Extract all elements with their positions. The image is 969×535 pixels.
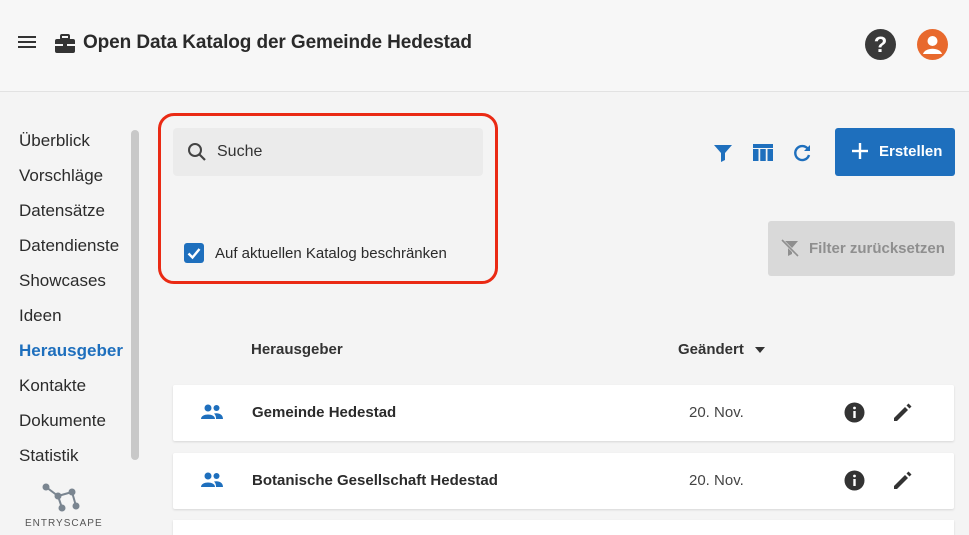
changed-date: 20. Nov. <box>689 404 744 421</box>
table-row[interactable]: Gemeinde Hedestad 20. Nov. <box>173 385 954 441</box>
column-header-geaendert[interactable]: Geändert <box>678 341 744 358</box>
sidebar-item-kontakte[interactable]: Kontakte <box>19 376 86 396</box>
edit-pencil-icon[interactable] <box>892 470 913 491</box>
plus-icon <box>852 143 868 159</box>
changed-date: 20. Nov. <box>689 472 744 489</box>
sort-caret-down-icon[interactable] <box>755 347 765 353</box>
sidebar-item-ueberblick[interactable]: Überblick <box>19 131 90 151</box>
restrict-catalog-label: Auf aktuellen Katalog beschränken <box>215 245 447 262</box>
app-title: Open Data Katalog der Gemeinde Hedestad <box>83 32 472 53</box>
sidebar-item-datensaetze[interactable]: Datensätze <box>19 201 105 221</box>
entryscape-logo-icon <box>42 483 80 512</box>
sidebar-item-dokumente[interactable]: Dokumente <box>19 411 106 431</box>
refresh-icon[interactable] <box>791 142 813 164</box>
user-avatar-icon[interactable] <box>917 29 948 60</box>
table-view-icon[interactable] <box>752 142 774 164</box>
sidebar-item-ideen[interactable]: Ideen <box>19 306 62 326</box>
checkmark-icon <box>187 248 201 260</box>
group-icon <box>201 404 223 419</box>
search-input[interactable] <box>217 128 473 176</box>
search-icon <box>188 143 206 161</box>
group-icon <box>201 472 223 487</box>
search-box <box>173 128 483 176</box>
sidebar-item-vorschlaege[interactable]: Vorschläge <box>19 166 103 186</box>
table-row[interactable] <box>173 520 954 535</box>
info-icon[interactable] <box>844 402 865 423</box>
sidebar-item-herausgeber[interactable]: Herausgeber <box>19 341 123 361</box>
create-button-label: Erstellen <box>879 143 943 160</box>
info-icon[interactable] <box>844 470 865 491</box>
restrict-catalog-checkbox[interactable] <box>184 243 204 263</box>
edit-pencil-icon[interactable] <box>892 402 913 423</box>
menu-icon[interactable] <box>17 33 39 55</box>
reset-filter-label: Filter zurücksetzen <box>809 240 945 257</box>
app-header: Open Data Katalog der Gemeinde Hedestad … <box>0 0 969 92</box>
table-row[interactable]: Botanische Gesellschaft Hedestad 20. Nov… <box>173 453 954 509</box>
filter-off-icon <box>780 238 800 258</box>
reset-filter-button[interactable]: Filter zurücksetzen <box>768 221 955 276</box>
create-button[interactable]: Erstellen <box>835 128 955 176</box>
help-icon[interactable]: ? <box>865 29 896 60</box>
filter-icon[interactable] <box>712 142 734 164</box>
briefcase-icon <box>55 34 75 53</box>
entryscape-brand-label: ENTRYSCAPE <box>25 518 103 529</box>
column-header-herausgeber[interactable]: Herausgeber <box>251 341 343 358</box>
publisher-name: Botanische Gesellschaft Hedestad <box>252 472 498 489</box>
publisher-name: Gemeinde Hedestad <box>252 404 397 421</box>
sidebar-scrollbar[interactable] <box>131 130 139 460</box>
sidebar-item-showcases[interactable]: Showcases <box>19 271 106 291</box>
sidebar-item-statistik[interactable]: Statistik <box>19 446 79 466</box>
sidebar-item-datendienste[interactable]: Datendienste <box>19 236 119 256</box>
